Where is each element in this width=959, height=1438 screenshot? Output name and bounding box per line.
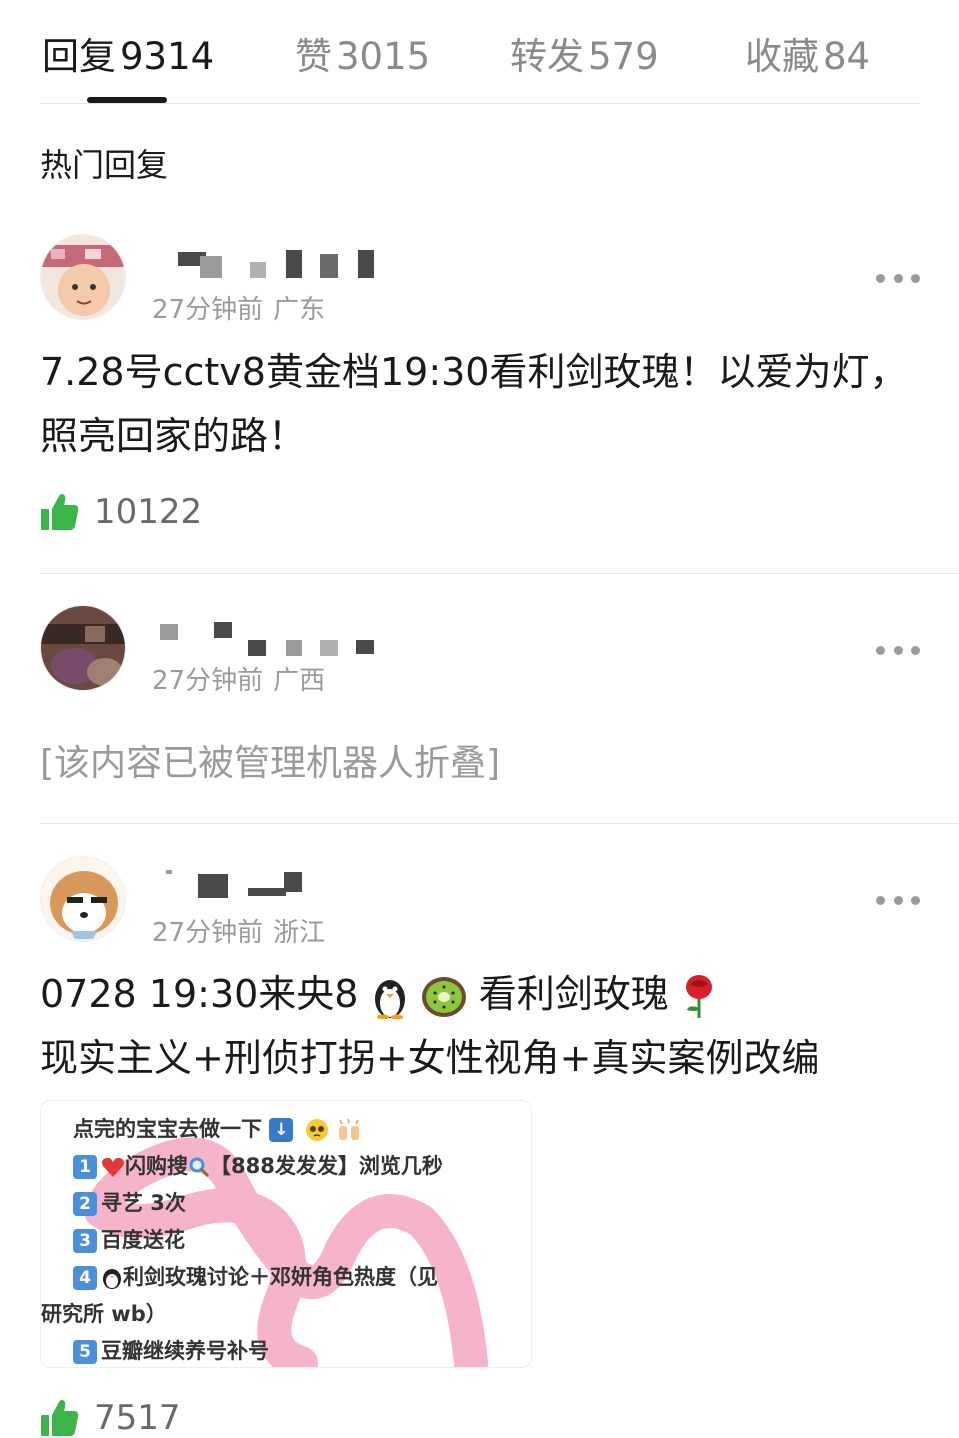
magnifier-icon bbox=[189, 1157, 210, 1178]
thumbs-up-icon bbox=[41, 1400, 79, 1436]
comment-location: 广西 bbox=[273, 666, 326, 696]
username-redacted[interactable] bbox=[150, 622, 380, 656]
tab-reposts[interactable]: 转发 579 bbox=[510, 26, 659, 80]
comment-time: 27分钟前 bbox=[152, 666, 264, 696]
card-text: 豆瓣继续养号补号 bbox=[101, 1339, 269, 1363]
rose-icon bbox=[685, 974, 712, 1018]
card-text: 研究所 wb） bbox=[41, 1302, 167, 1326]
penguin-icon bbox=[374, 979, 405, 1019]
section-title: 热门回复 bbox=[40, 146, 169, 184]
comment-meta: 27分钟前 浙江 bbox=[152, 912, 325, 949]
thumbs-up-icon bbox=[41, 494, 79, 530]
card-text: 【888发发发】浏览几秒 bbox=[210, 1154, 443, 1178]
card-line: 3 百度送花 bbox=[73, 1222, 443, 1259]
comment-time: 27分钟前 bbox=[152, 918, 264, 948]
card-line: 研究所 wb） bbox=[41, 1296, 443, 1333]
card-text: 点完的宝宝去做一下 bbox=[73, 1117, 262, 1141]
tab-count: 579 bbox=[588, 35, 659, 78]
comment-text-line: 现实主义+刑侦打拐+女性视角+真实案例改编 bbox=[40, 1036, 820, 1080]
penguin-icon bbox=[103, 1269, 121, 1289]
card-text: 利剑玫瑰讨论＋邓妍角色热度（见 bbox=[123, 1265, 438, 1289]
number-badge: 2 bbox=[73, 1192, 97, 1216]
tabs-divider bbox=[40, 103, 920, 104]
like-button[interactable]: 7517 bbox=[40, 1398, 181, 1438]
comment-text-line: 0728 19:30来央8 bbox=[40, 972, 359, 1016]
card-text: 寻艺 3次 bbox=[101, 1191, 186, 1215]
avatar[interactable] bbox=[40, 856, 126, 942]
more-options-icon[interactable] bbox=[876, 894, 920, 906]
card-text: 百度送花 bbox=[101, 1228, 185, 1252]
tab-label: 赞 bbox=[295, 35, 332, 78]
comment-divider bbox=[40, 573, 959, 574]
like-count: 7517 bbox=[94, 1398, 181, 1438]
avatar[interactable] bbox=[40, 605, 126, 691]
username-redacted[interactable] bbox=[150, 870, 380, 898]
card-line: 1 闪购搜 【888发发发】浏览几秒 bbox=[73, 1148, 443, 1185]
down-arrow-icon: ↓ bbox=[269, 1118, 294, 1142]
comment-meta: 27分钟前 广西 bbox=[152, 660, 325, 697]
folded-content-notice: [该内容已被管理机器人折叠] bbox=[40, 743, 501, 784]
tab-bar: 回复 9314 赞 3015 转发 579 收藏 84 bbox=[0, 0, 959, 105]
comment-content: 0728 19:30来央8 看利剑玫瑰 现实主义+刑侦打拐+女性视角+真实案例改… bbox=[40, 962, 920, 1090]
avatar[interactable] bbox=[40, 234, 126, 320]
card-line: 点完的宝宝去做一下 ↓ bbox=[73, 1111, 443, 1148]
tab-label: 收藏 bbox=[745, 35, 819, 78]
card-line: 4 利剑玫瑰讨论＋邓妍角色热度（见 bbox=[73, 1259, 443, 1296]
tab-label: 转发 bbox=[510, 35, 584, 78]
comment-text-line: 看利剑玫瑰 bbox=[478, 972, 669, 1016]
comment-content: 7.28号cctv8黄金档19:30看利剑玫瑰！以爱为灯，照亮回家的路！ bbox=[40, 350, 908, 458]
tab-count: 3015 bbox=[336, 35, 431, 78]
tab-favorites[interactable]: 收藏 84 bbox=[745, 26, 870, 80]
more-options-icon[interactable] bbox=[876, 272, 920, 284]
tab-count: 84 bbox=[823, 35, 871, 78]
more-options-icon[interactable] bbox=[876, 644, 920, 656]
username-redacted[interactable] bbox=[150, 250, 380, 278]
kiwi-icon bbox=[421, 976, 466, 1017]
attached-image[interactable]: 点完的宝宝去做一下 ↓ 1 闪购搜 【888发发发】浏览几秒 2 寻艺 3次 3 百度送… bbox=[40, 1100, 532, 1368]
number-badge: 3 bbox=[73, 1229, 97, 1253]
number-badge: 5 bbox=[73, 1340, 97, 1364]
comment-meta: 27分钟前 广东 bbox=[152, 289, 325, 326]
number-badge: 1 bbox=[73, 1155, 97, 1179]
comment-location: 浙江 bbox=[273, 918, 326, 948]
heart-icon bbox=[102, 1157, 124, 1177]
number-badge: 4 bbox=[73, 1266, 97, 1290]
card-line: 2 寻艺 3次 bbox=[73, 1185, 443, 1222]
comment-location: 广东 bbox=[273, 295, 326, 325]
tab-replies[interactable]: 回复 9314 bbox=[42, 26, 214, 80]
card-text: 闪购搜 bbox=[125, 1154, 188, 1178]
tab-label: 回复 bbox=[42, 35, 116, 78]
raised-hands-icon bbox=[338, 1118, 359, 1140]
like-count: 10122 bbox=[94, 492, 203, 532]
tab-likes[interactable]: 赞 3015 bbox=[295, 26, 430, 80]
comment-time: 27分钟前 bbox=[152, 295, 264, 325]
like-button[interactable]: 10122 bbox=[40, 492, 202, 532]
card-line: 5 豆瓣继续养号补号 bbox=[73, 1333, 443, 1367]
pleading-face-icon bbox=[305, 1119, 328, 1141]
comment-divider bbox=[40, 823, 959, 824]
tab-count: 9314 bbox=[120, 35, 215, 78]
